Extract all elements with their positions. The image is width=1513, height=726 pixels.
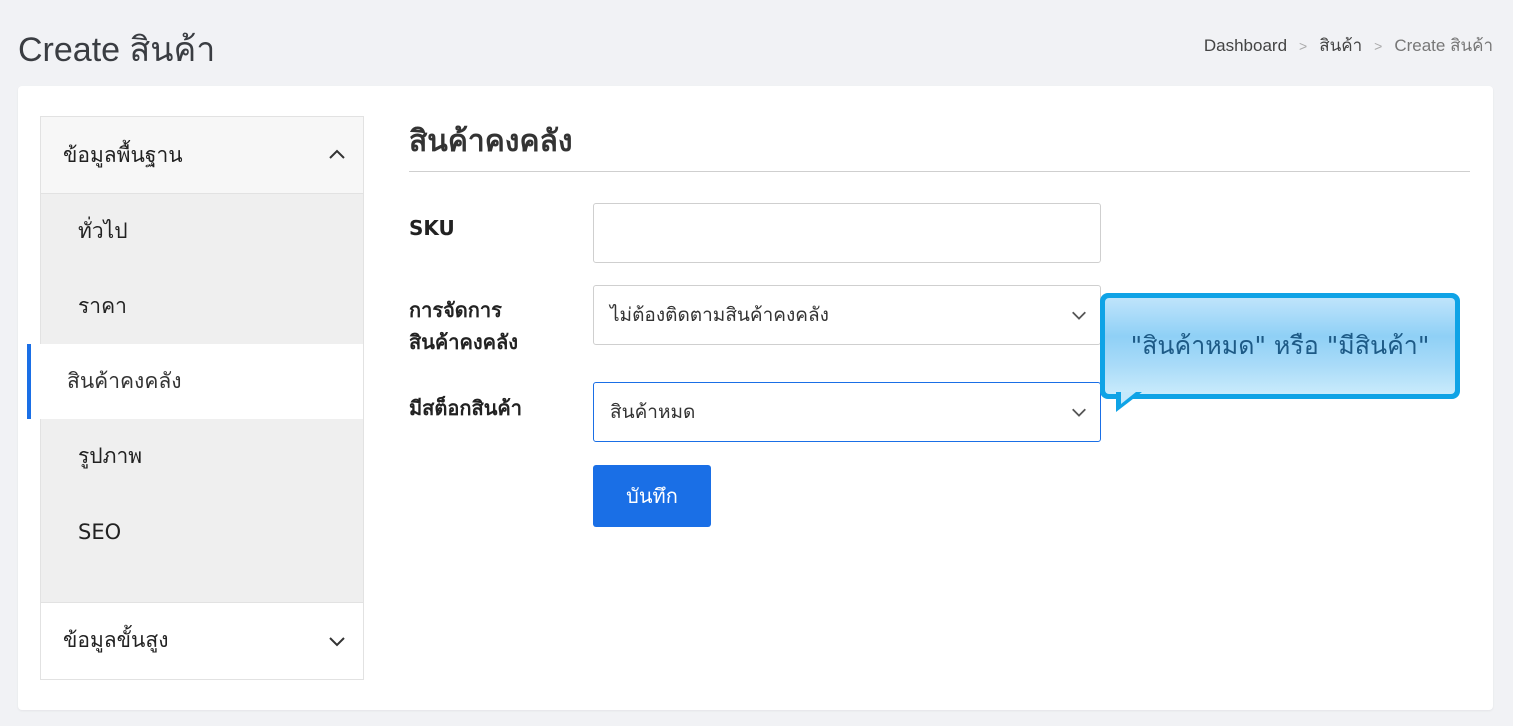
sidebar-item-label: ราคา <box>78 294 127 318</box>
sidebar-item-seo[interactable]: SEO <box>41 494 363 569</box>
inventory-management-value: ไม่ต้องติดตามสินค้าคงคลัง <box>610 304 829 326</box>
breadcrumb-products[interactable]: สินค้า <box>1319 32 1362 59</box>
sku-input[interactable] <box>593 203 1101 263</box>
inventory-management-select[interactable]: ไม่ต้องติดตามสินค้าคงคลัง <box>593 285 1101 345</box>
callout-tail-icon <box>1116 392 1142 412</box>
stock-status-select[interactable]: สินค้าหมด <box>593 382 1101 442</box>
accordion-basic-header[interactable]: ข้อมูลพื้นฐาน <box>41 117 363 194</box>
section-divider <box>409 171 1470 172</box>
chevron-up-icon <box>327 145 347 165</box>
stock-status-value: สินค้าหมด <box>610 401 696 423</box>
inventory-management-label: การจัดการ สินค้าคงคลัง <box>409 294 518 358</box>
breadcrumb-dashboard[interactable]: Dashboard <box>1204 36 1287 56</box>
sidebar-item-general[interactable]: ทั่วไป <box>41 194 363 269</box>
stock-status-label: มีสต็อกสินค้า <box>409 396 522 420</box>
breadcrumb-separator: > <box>1374 37 1383 54</box>
sidebar-accordion: ข้อมูลพื้นฐาน ทั่วไป ราคา สินค้าคงคลัง ร… <box>27 116 364 680</box>
chevron-down-icon <box>327 631 347 651</box>
save-button[interactable]: บันทึก <box>593 465 711 527</box>
chevron-down-icon <box>1070 403 1088 421</box>
callout-text: "สินค้าหมด" หรือ "มีสินค้า" <box>1105 298 1455 394</box>
accordion-basic-body: ทั่วไป ราคา สินค้าคงคลัง รูปภาพ SEO <box>27 194 363 602</box>
sidebar-item-label: ทั่วไป <box>78 219 128 243</box>
breadcrumb-separator: > <box>1299 37 1308 54</box>
accordion-advanced-label: ข้อมูลขั้นสูง <box>63 628 169 652</box>
tooltip-callout: "สินค้าหมด" หรือ "มีสินค้า" <box>1100 293 1460 399</box>
accordion-advanced-header[interactable]: ข้อมูลขั้นสูง <box>41 602 363 678</box>
sku-label: SKU <box>409 216 455 240</box>
sidebar-item-price[interactable]: ราคา <box>41 269 363 344</box>
sidebar-item-inventory[interactable]: สินค้าคงคลัง <box>27 344 363 419</box>
sidebar-item-label: SEO <box>78 519 122 544</box>
page-title: Create สินค้า <box>18 31 216 69</box>
inventory-label-line2: สินค้าคงคลัง <box>409 330 519 354</box>
sidebar-item-images[interactable]: รูปภาพ <box>41 419 363 494</box>
section-title: สินค้าคงคลัง <box>409 124 573 159</box>
inventory-label-line1: การจัดการ <box>409 298 502 322</box>
accordion-basic-label: ข้อมูลพื้นฐาน <box>63 142 183 167</box>
form-card: ข้อมูลพื้นฐาน ทั่วไป ราคา สินค้าคงคลัง ร… <box>18 86 1493 710</box>
breadcrumb: Dashboard > สินค้า > Create สินค้า <box>1204 32 1493 59</box>
chevron-down-icon <box>1070 306 1088 324</box>
sidebar-item-label: สินค้าคงคลัง <box>67 369 182 393</box>
breadcrumb-current: Create สินค้า <box>1394 36 1493 55</box>
sidebar-item-label: รูปภาพ <box>78 444 143 468</box>
